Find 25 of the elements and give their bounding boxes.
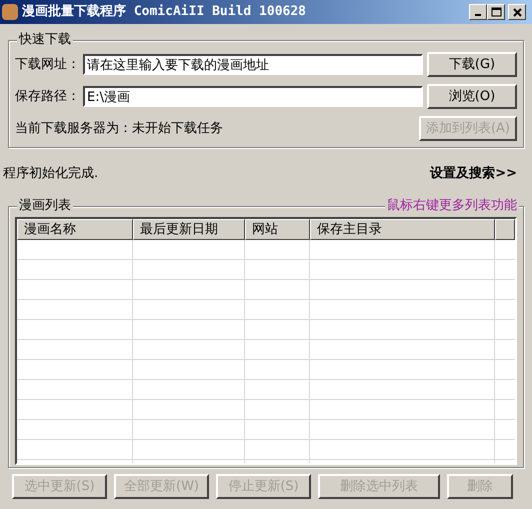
list-hint: 鼠标右键更多列表功能 bbox=[385, 198, 519, 214]
maximize-button[interactable] bbox=[487, 4, 505, 20]
column-header[interactable]: 网站 bbox=[245, 219, 310, 240]
window-title: 漫画批量下载程序 ComicAiII Build 100628 bbox=[22, 2, 308, 22]
action-button[interactable]: 浏览(O) bbox=[427, 84, 517, 109]
column-header[interactable]: 保存主目录 bbox=[310, 219, 495, 240]
group-title: 漫画列表 bbox=[17, 198, 73, 214]
group-title: 快速下载 bbox=[17, 32, 73, 48]
maximize-icon bbox=[488, 5, 504, 19]
server-status: 当前下载服务器为：未开始下载任务 bbox=[15, 120, 223, 138]
comic-table[interactable]: 漫画名称 最后更新日期 网站 保存主目录 bbox=[15, 217, 517, 465]
field-label: 保存路径： bbox=[15, 88, 81, 106]
column-header[interactable]: 最后更新日期 bbox=[133, 219, 245, 240]
minimize-button[interactable] bbox=[469, 4, 487, 20]
column-header[interactable] bbox=[495, 219, 515, 240]
status-text: 程序初始化完成. bbox=[3, 165, 98, 184]
close-button[interactable] bbox=[508, 4, 526, 20]
input-field[interactable]: 请在这里输入要下载的漫画地址 bbox=[83, 54, 423, 75]
settings-link[interactable]: 设置及搜索>> bbox=[430, 164, 517, 184]
column-header[interactable]: 漫画名称 bbox=[17, 219, 133, 240]
app-icon bbox=[2, 4, 18, 20]
minimize-icon bbox=[475, 14, 481, 16]
field-label: 下载网址： bbox=[15, 56, 81, 74]
input-field[interactable]: E:\漫画 bbox=[83, 86, 423, 107]
action-button[interactable]: 下载(G) bbox=[427, 52, 517, 77]
